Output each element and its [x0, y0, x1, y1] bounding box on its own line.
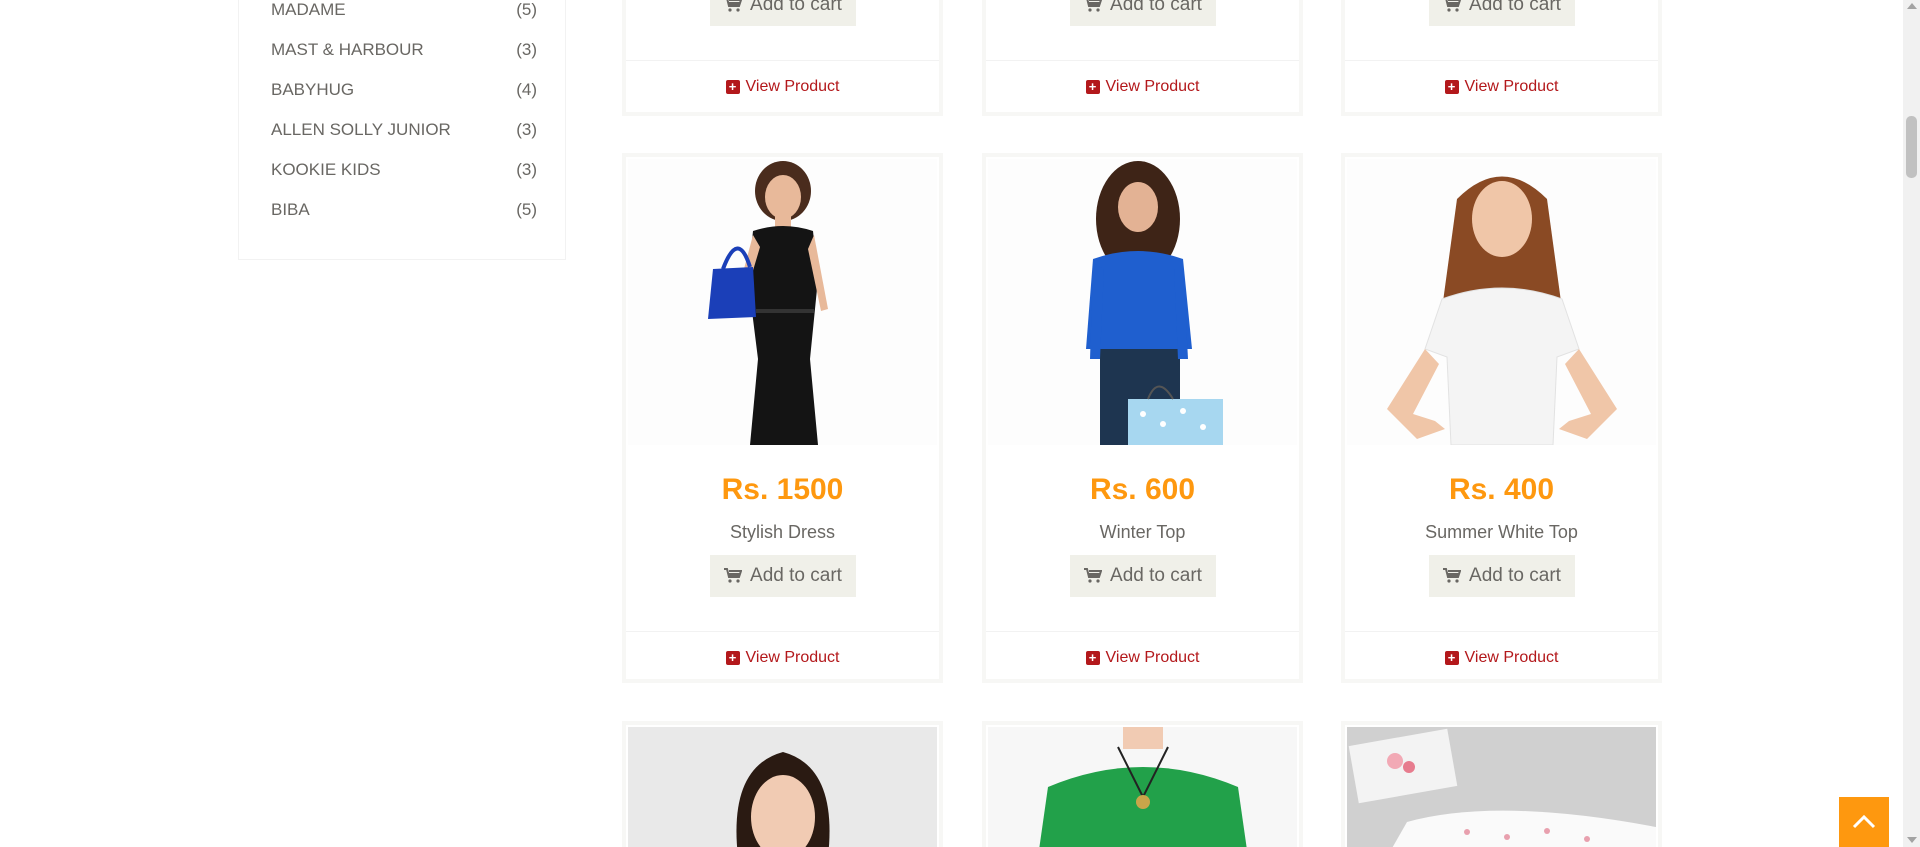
brand-name: BABYHUG: [271, 80, 355, 99]
product-image[interactable]: [988, 727, 1297, 847]
view-product-link[interactable]: + View Product: [986, 78, 1299, 96]
brand-item-kookie-kids[interactable]: KOOKIE KIDS (3): [271, 155, 537, 185]
shopping-cart-icon: [1086, 0, 1103, 12]
brand-count: (3): [516, 40, 537, 59]
brand-item-babyhug[interactable]: BABYHUG (4): [271, 75, 537, 105]
product-card-partial: Add to cart + View Product: [1341, 0, 1662, 116]
card-divider: [626, 631, 939, 632]
add-to-cart-button[interactable]: Add to cart: [710, 0, 856, 26]
product-image[interactable]: [628, 727, 937, 847]
back-to-top-button[interactable]: [1839, 797, 1889, 847]
add-to-cart-label: Add to cart: [1110, 0, 1202, 15]
add-to-cart-button[interactable]: Add to cart: [1070, 0, 1216, 26]
brand-name: BIBA: [271, 200, 310, 219]
add-to-cart-button[interactable]: Add to cart: [1070, 555, 1216, 597]
shopping-cart-icon: [726, 0, 743, 12]
add-to-cart-label: Add to cart: [1110, 565, 1202, 586]
product-image[interactable]: [628, 159, 937, 445]
plus-square-icon: +: [1444, 80, 1459, 94]
view-product-label: View Product: [1464, 649, 1559, 666]
product-name: Stylish Dress: [729, 522, 836, 542]
card-divider: [986, 60, 1299, 61]
shopping-cart-icon: [1443, 568, 1462, 583]
product-card: Rs. 400 Summer White Top Add to cart + V…: [1341, 153, 1662, 683]
baby-dress-image: [1347, 727, 1656, 847]
brand-count: (5): [516, 0, 537, 19]
brand-name: MADAME: [271, 0, 346, 19]
plus-square-icon: +: [1085, 80, 1100, 94]
view-product-link[interactable]: + View Product: [626, 649, 939, 667]
woman-green-top-image: [988, 727, 1297, 847]
card-divider: [1345, 60, 1658, 61]
brand-name: ALLEN SOLLY JUNIOR: [271, 120, 451, 139]
view-product-link[interactable]: + View Product: [1345, 649, 1658, 667]
view-product-label: View Product: [1464, 78, 1559, 95]
product-card: Rs. 1500 Stylish Dress Add to cart + Vie…: [622, 153, 943, 683]
brand-name: KOOKIE KIDS: [271, 160, 381, 179]
view-product-link[interactable]: + View Product: [1345, 78, 1658, 96]
product-name: Winter Top: [1099, 522, 1186, 542]
view-product-label: View Product: [1105, 649, 1200, 666]
product-name: Summer White Top: [1425, 522, 1578, 542]
view-product-link[interactable]: + View Product: [986, 649, 1299, 667]
add-to-cart-label: Add to cart: [750, 0, 842, 15]
brand-count: (4): [516, 80, 537, 99]
brand-name: MAST & HARBOUR: [271, 40, 424, 59]
brand-item-mast-harbour[interactable]: MAST & HARBOUR (3): [271, 35, 537, 65]
product-card-partial: [622, 721, 943, 847]
view-product-label: View Product: [1105, 78, 1200, 95]
brand-item-madame[interactable]: MADAME (5): [271, 0, 537, 25]
view-product-label: View Product: [745, 649, 840, 666]
product-image[interactable]: [1347, 727, 1656, 847]
add-to-cart-label: Add to cart: [1469, 0, 1561, 15]
product-image[interactable]: [988, 159, 1297, 445]
product-price: Rs. 400: [1448, 473, 1555, 506]
shopping-cart-icon: [1084, 568, 1103, 583]
product-image[interactable]: [1347, 159, 1656, 445]
scroll-down-arrow-icon[interactable]: [1907, 837, 1917, 843]
shopping-cart-icon: [1445, 0, 1462, 12]
add-to-cart-label: Add to cart: [1469, 565, 1561, 586]
product-price: Rs. 600: [1089, 473, 1196, 506]
add-to-cart-label: Add to cart: [750, 565, 842, 586]
card-divider: [626, 60, 939, 61]
view-product-link[interactable]: + View Product: [626, 78, 939, 96]
scrollbar-thumb[interactable]: [1906, 116, 1917, 178]
brand-item-biba[interactable]: BIBA (5): [271, 195, 537, 225]
add-to-cart-button[interactable]: Add to cart: [710, 555, 856, 597]
product-price: Rs. 1500: [721, 473, 844, 506]
product-card: Rs. 600 Winter Top Add to cart + View Pr…: [982, 153, 1303, 683]
brand-count: (3): [516, 120, 537, 139]
add-to-cart-button[interactable]: Add to cart: [1429, 555, 1575, 597]
view-product-label: View Product: [745, 78, 840, 95]
shopping-cart-icon: [724, 568, 743, 583]
woman-blue-top-image: [988, 159, 1297, 445]
plus-square-icon: +: [1085, 651, 1100, 665]
plus-square-icon: +: [725, 80, 740, 94]
card-divider: [1345, 631, 1658, 632]
woman-black-dress-image: [628, 159, 937, 445]
page-scrollbar[interactable]: [1903, 0, 1920, 847]
product-card-partial: Add to cart + View Product: [622, 0, 943, 116]
chevron-up-icon: [1852, 815, 1876, 829]
brand-count: (5): [516, 200, 537, 219]
brand-item-allen-solly-junior[interactable]: ALLEN SOLLY JUNIOR (3): [271, 115, 537, 145]
add-to-cart-button[interactable]: Add to cart: [1429, 0, 1575, 26]
plus-square-icon: +: [1444, 651, 1459, 665]
girl-white-top-image: [1347, 159, 1656, 445]
product-card-partial: [982, 721, 1303, 847]
scroll-up-arrow-icon[interactable]: [1907, 3, 1917, 9]
brand-count: (3): [516, 160, 537, 179]
woman-portrait-image: [628, 727, 937, 847]
brands-panel: MADAME (5) MAST & HARBOUR (3) BABYHUG (4…: [238, 0, 566, 260]
product-card-partial: Add to cart + View Product: [982, 0, 1303, 116]
card-divider: [986, 631, 1299, 632]
product-card-partial: [1341, 721, 1662, 847]
plus-square-icon: +: [725, 651, 740, 665]
